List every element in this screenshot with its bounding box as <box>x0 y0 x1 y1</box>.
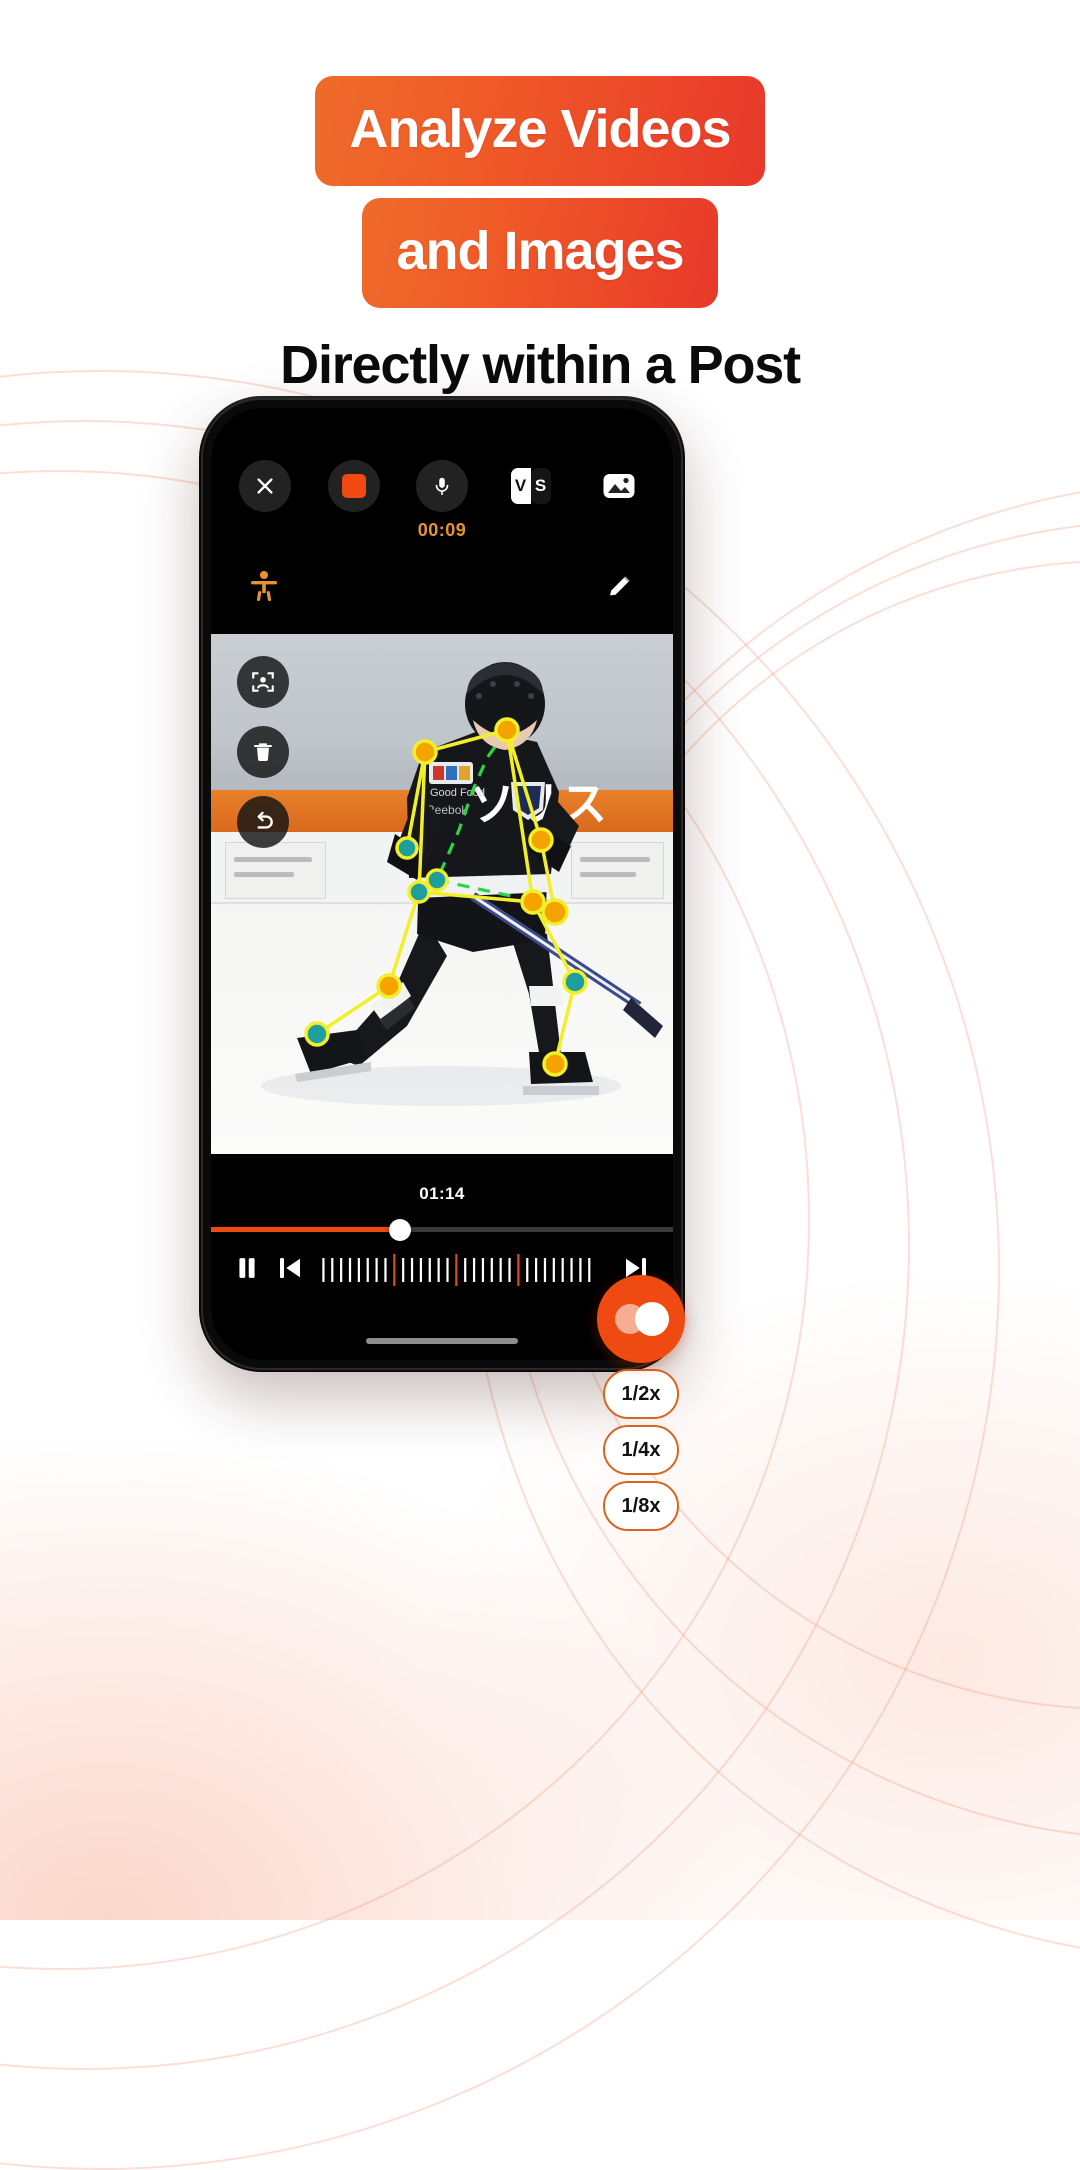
editor-toolbar: V S <box>211 458 673 514</box>
pause-icon <box>239 1257 255 1278</box>
video-duration: 01:14 <box>419 1184 465 1203</box>
close-icon <box>257 478 273 494</box>
pose-figure-icon <box>251 570 277 601</box>
home-indicator <box>366 1338 518 1344</box>
speed-option-half[interactable]: 1/2x <box>603 1369 679 1419</box>
headline-badge-line-2: and Images <box>362 198 718 308</box>
stop-record-button[interactable] <box>327 460 380 512</box>
media-library-button[interactable] <box>593 460 645 512</box>
frame-scrubber[interactable] <box>319 1250 607 1290</box>
phone-mockup: V S 00:09 Good Food Reebok 01:14 <box>199 396 685 1372</box>
detect-frame-icon <box>252 672 274 692</box>
speed-toggle-icon-right <box>635 1302 669 1336</box>
undo-button[interactable] <box>237 796 289 848</box>
speed-toggle-button[interactable] <box>597 1275 685 1363</box>
trash-icon <box>254 743 272 762</box>
headline-block: Analyze Videos and Images Directly withi… <box>0 76 1080 396</box>
media-library-icon <box>603 474 635 498</box>
stop-record-icon <box>341 474 366 498</box>
close-button[interactable] <box>239 460 291 512</box>
delete-button[interactable] <box>237 726 289 778</box>
detect-frame-button[interactable] <box>237 656 289 708</box>
progress-fill <box>211 1227 401 1232</box>
headline-subline: Directly within a Post <box>280 335 801 395</box>
pause-button[interactable] <box>233 1253 261 1288</box>
pose-figure-button[interactable] <box>249 570 279 607</box>
pencil-icon <box>610 576 630 595</box>
headline-badge-line-1: Analyze Videos <box>315 76 765 186</box>
versus-icon-s: S <box>530 468 551 504</box>
editor-tools-row <box>211 560 673 616</box>
microphone-button[interactable] <box>416 460 468 512</box>
undo-icon <box>257 811 273 829</box>
previous-frame-icon <box>280 1257 300 1278</box>
versus-button[interactable]: V S <box>505 460 557 512</box>
versus-icon-v: V <box>510 468 531 504</box>
speed-option-quarter[interactable]: 1/4x <box>603 1425 679 1475</box>
speed-option-eighth[interactable]: 1/8x <box>603 1481 679 1531</box>
versus-icon: V S <box>510 468 551 504</box>
pencil-button[interactable] <box>605 571 635 606</box>
side-tools <box>237 656 289 848</box>
previous-frame-button[interactable] <box>275 1253 305 1288</box>
speed-control: 1/2x 1/4x 1/8x <box>597 1275 685 1531</box>
recording-timer: 00:09 <box>417 520 467 540</box>
microphone-icon <box>435 477 449 496</box>
progress-bar[interactable] <box>211 1218 673 1241</box>
frame-scrubber-ticks <box>322 1254 591 1286</box>
phone-screen: V S 00:09 Good Food Reebok 01:14 <box>211 408 673 1360</box>
